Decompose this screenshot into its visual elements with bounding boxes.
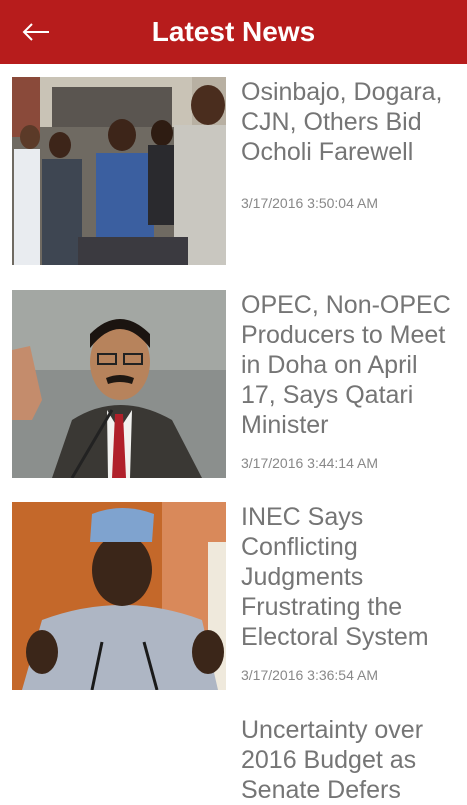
article-headline[interactable]: Osinbajo, Dogara, CJN, Others Bid Ocholi… bbox=[241, 77, 457, 167]
article-headline[interactable]: OPEC, Non-OPEC Producers to Meet in Doha… bbox=[241, 290, 457, 440]
news-item[interactable]: OPEC, Non-OPEC Producers to Meet in Doha… bbox=[0, 290, 467, 490]
news-item[interactable]: Osinbajo, Dogara, CJN, Others Bid Ocholi… bbox=[0, 77, 467, 277]
news-item[interactable]: Uncertainty over 2016 Budget as Senate D… bbox=[0, 715, 467, 805]
article-headline[interactable]: Uncertainty over 2016 Budget as Senate D… bbox=[241, 715, 457, 805]
app-bar: Latest News bbox=[0, 0, 467, 64]
article-timestamp: 3/17/2016 3:44:14 AM bbox=[241, 455, 378, 471]
article-timestamp: 3/17/2016 3:50:04 AM bbox=[241, 195, 378, 211]
article-thumbnail[interactable] bbox=[12, 290, 226, 478]
article-thumbnail[interactable] bbox=[12, 502, 226, 690]
article-headline[interactable]: INEC Says Conflicting Judgments Frustrat… bbox=[241, 502, 457, 652]
news-item[interactable]: INEC Says Conflicting Judgments Frustrat… bbox=[0, 502, 467, 702]
page-title: Latest News bbox=[151, 16, 316, 47]
article-timestamp: 3/17/2016 3:36:54 AM bbox=[241, 667, 378, 683]
article-thumbnail[interactable] bbox=[12, 77, 226, 265]
